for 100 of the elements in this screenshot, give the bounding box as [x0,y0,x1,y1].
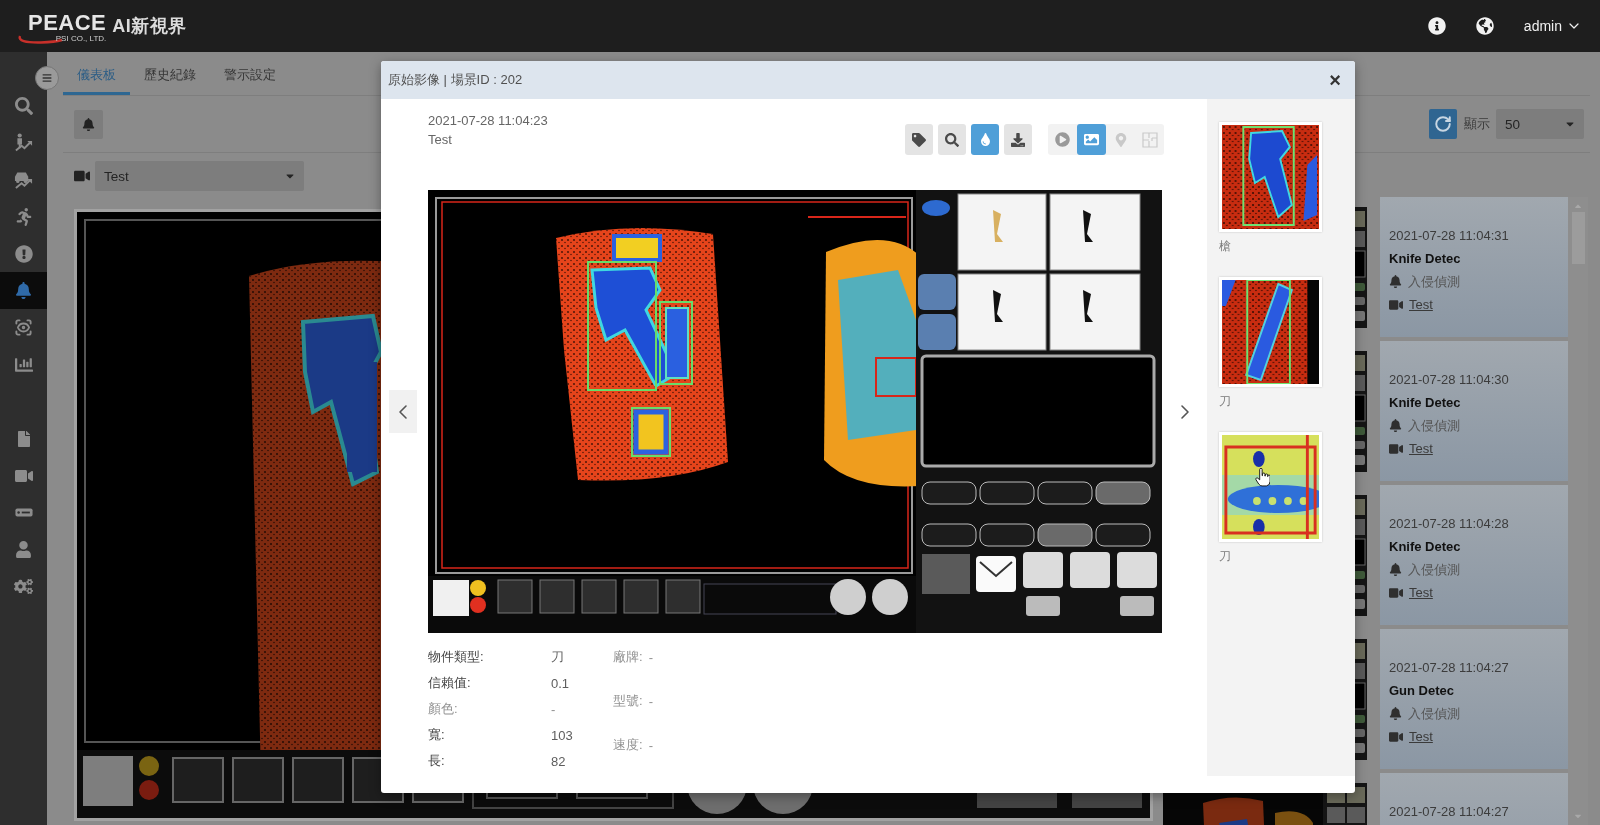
alert-title: Knife Detec [1389,538,1462,556]
tag-button[interactable] [905,124,933,155]
detail-label: 型號: [613,692,643,710]
detail-label: 廠牌: [613,648,643,666]
detail-label: 信賴值: [428,674,472,692]
drop-icon [978,133,992,146]
alert-time: 2021-07-28 11:04:28 [1389,515,1510,533]
file-icon [15,430,32,447]
user-icon [15,541,32,558]
alert-type: 入侵偵測 [1408,704,1460,723]
info-button[interactable] [1427,17,1446,35]
camera-link[interactable]: Test [1409,729,1433,744]
detail-label: 寬: [428,726,446,744]
page-size-select[interactable]: 50 [1496,109,1584,139]
alert-type: 入侵偵測 [1408,560,1460,579]
image-icon [1084,132,1099,147]
alert-title: Knife Detec [1389,250,1462,268]
alert-card[interactable]: 2021-07-28 11:04:28 Knife Detec 入侵偵測 Test [1380,485,1568,625]
eye-scan-icon [14,318,33,337]
video-camera-icon [1389,441,1403,456]
close-button[interactable]: × [1327,70,1343,90]
bell-icon [82,117,95,131]
alert-button[interactable] [74,109,103,139]
alert-card[interactable]: 2021-07-28 11:04:30 Knife Detec 入侵偵測 Test [1380,341,1568,481]
thumbnail-label: 刀 [1219,393,1232,409]
alert-card[interactable]: 2021-07-28 11:04:27 [1380,773,1568,825]
floor-plan-icon [1141,131,1158,148]
camera-link[interactable]: Test [1409,585,1433,600]
video-camera-icon [1389,585,1403,600]
detail-value: - [648,737,653,753]
detail-value: 103 [551,727,574,743]
video-camera-icon [74,168,90,184]
sidebar-item[interactable] [0,272,47,309]
logo-text: PEACE [28,11,107,34]
color-button[interactable] [971,124,999,155]
refresh-icon [1434,115,1452,133]
alert-time: 2021-07-28 11:04:30 [1389,371,1510,389]
tab[interactable]: 儀表板 [63,52,130,95]
refresh-button[interactable] [1429,109,1457,139]
thumbnail-label: 槍 [1219,238,1232,254]
bell-icon [1389,419,1402,432]
bell-icon [1389,563,1402,576]
drive-icon [14,508,33,517]
alert-card[interactable]: 2021-07-28 11:04:27 Gun Detec 入侵偵測 Test [1380,629,1568,769]
bar-chart-icon [14,355,33,374]
alert-title: Gun Detec [1389,682,1455,700]
gears-icon [14,577,33,596]
tab[interactable]: 歷史紀錄 [130,52,210,95]
image-button[interactable] [1077,124,1106,155]
detail-label: 物件類型: [428,648,485,666]
globe-icon [1475,17,1494,35]
detail-value: 0.1 [551,675,571,691]
detail-value: - [648,693,653,709]
camera-select[interactable]: Test [95,161,304,191]
camera-link[interactable]: Test [1409,441,1433,456]
video-camera-icon [1389,729,1403,744]
alert-type: 入侵偵測 [1408,272,1460,291]
logo-subtitle: PSI CO., LTD. [55,33,107,43]
info-icon [1427,17,1446,35]
xray-crop-drawing[interactable] [1219,277,1322,387]
camera-name: Test [428,131,453,149]
play-icon [1055,132,1070,147]
bell-icon [1389,275,1402,288]
download-button[interactable] [1004,124,1032,155]
language-button[interactable] [1475,17,1494,35]
map-pin-icon [1113,132,1128,147]
detail-label: 顏色: [428,700,459,718]
thumbnail-label: 刀 [1219,548,1232,564]
detail-value: 82 [551,753,567,769]
modal-title: 原始影像 | 場景ID : 202 [388,71,523,89]
detail-value: - [648,649,653,665]
menu-icon [42,73,52,83]
bell-icon [1389,707,1402,720]
zoom-button[interactable] [938,124,966,155]
menu-toggle-button[interactable] [35,66,59,90]
alert-icon [14,244,33,263]
download-icon [1011,132,1025,147]
xray-crop-drawing[interactable] [1219,122,1322,232]
detail-value: - [551,701,557,717]
xray-crop-drawing[interactable] [1219,432,1322,542]
user-menu-button[interactable]: admin [1523,18,1582,34]
running-person-icon [14,207,33,226]
bell-icon [15,282,32,299]
detail-label: 長: [428,752,446,770]
capture-time: 2021-07-28 11:04:23 [428,112,548,130]
tab[interactable]: 警示設定 [210,52,290,95]
tag-icon [912,132,926,147]
search-icon [14,96,33,115]
hand-cursor-icon [1255,468,1270,487]
alert-title: Knife Detec [1389,394,1462,412]
person-trend-icon [14,133,33,152]
alert-card[interactable]: 2021-07-28 11:04:31 Knife Detec 入侵偵測 Test [1380,197,1568,337]
display-label: 顯示 [1464,115,1490,133]
previous-button[interactable] [389,390,417,433]
alert-time: 2021-07-28 11:04:27 [1389,659,1510,677]
alert-time: 2021-07-28 11:04:27 [1389,803,1510,821]
camera-link[interactable]: Test [1409,297,1433,312]
alert-time: 2021-07-28 11:04:31 [1389,227,1510,245]
alert-type: 入侵偵測 [1408,416,1460,435]
detail-value: 刀 [551,648,565,666]
